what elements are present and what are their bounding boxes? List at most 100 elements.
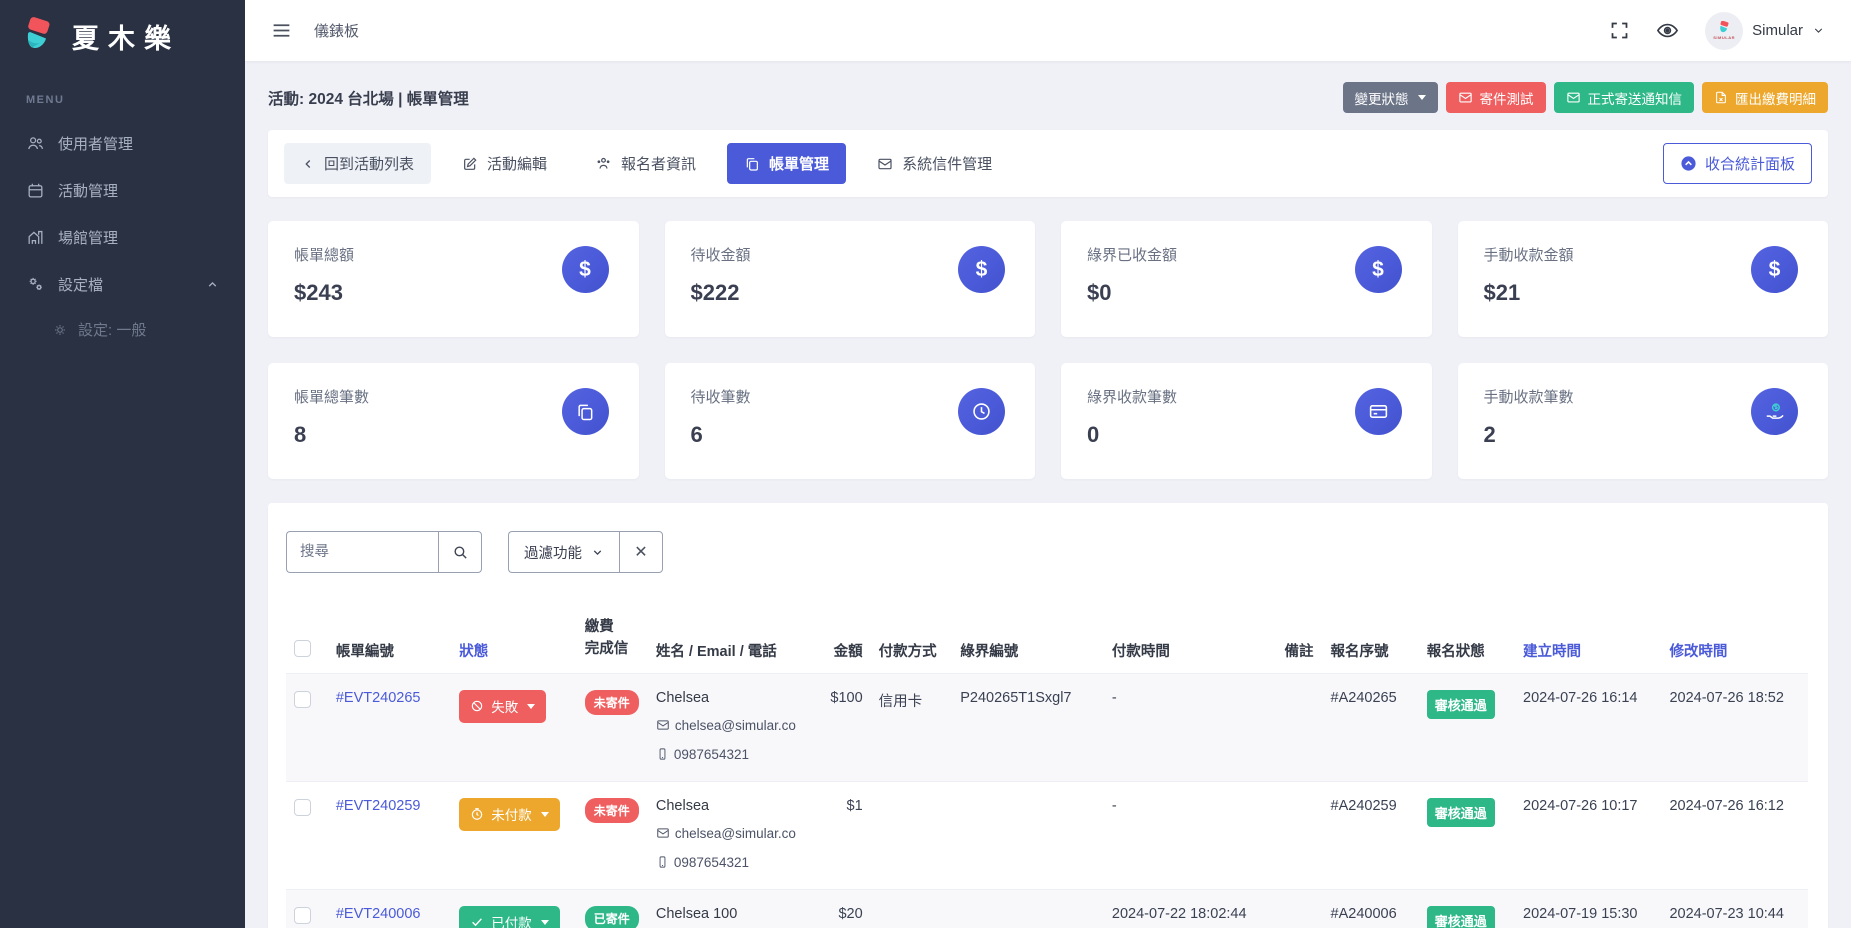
- reg-no-cell: #A240006: [1323, 889, 1419, 928]
- filter-dropdown-button[interactable]: 過濾功能: [508, 531, 619, 573]
- billing-table: 帳單編號 狀態 繳費 完成信 姓名 / Email / 電話 金額 付款方式 綠…: [286, 609, 1808, 928]
- tab-billing[interactable]: 帳單管理: [727, 143, 846, 184]
- modified-cell: 2024-07-23 10:44: [1661, 889, 1808, 928]
- send-official-mail-button[interactable]: 正式寄送通知信: [1554, 82, 1695, 113]
- modified-cell: 2024-07-26 16:12: [1661, 781, 1808, 889]
- sidebar-item-venues[interactable]: 場館管理: [0, 214, 245, 261]
- envelope-icon: [1566, 90, 1581, 105]
- select-all-cell: [286, 609, 328, 673]
- reg-status-badge: 審核通過: [1427, 798, 1495, 827]
- hand-dollar-icon: [1751, 388, 1798, 435]
- col-reg-no: 報名序號: [1323, 609, 1419, 673]
- status-dropdown-unpaid[interactable]: 未付款: [459, 798, 560, 831]
- sidebar-item-events[interactable]: 活動管理: [0, 167, 245, 214]
- created-cell: 2024-07-26 10:17: [1515, 781, 1661, 889]
- note-cell: [1277, 889, 1323, 928]
- sidebar-item-label: 設定檔: [58, 274, 193, 295]
- mail-status-badge: 已寄件: [585, 906, 639, 928]
- export-payment-button[interactable]: 匯出繳費明細: [1702, 82, 1828, 113]
- registrant-name: Chelsea: [656, 690, 802, 706]
- row-checkbox[interactable]: [294, 799, 311, 816]
- fullscreen-icon[interactable]: [1609, 20, 1630, 41]
- filter-clear-button[interactable]: ✕: [619, 531, 663, 573]
- change-status-button[interactable]: 變更狀態: [1343, 82, 1438, 113]
- eye-icon[interactable]: [1656, 19, 1679, 42]
- invoice-link[interactable]: #EVT240006: [336, 906, 421, 922]
- user-menu[interactable]: SIMULAR Simular: [1705, 12, 1825, 50]
- col-created[interactable]: 建立時間: [1515, 609, 1661, 673]
- chevron-down-icon: [591, 546, 604, 559]
- created-cell: 2024-07-19 15:30: [1515, 889, 1661, 928]
- sidebar-item-label: 使用者管理: [58, 133, 219, 154]
- mobile-icon: [656, 745, 669, 761]
- dollar-icon: $: [562, 246, 609, 293]
- col-name-email-phone: 姓名 / Email / 電話: [648, 609, 810, 673]
- tab-system-mail[interactable]: 系統信件管理: [860, 143, 1009, 184]
- envelope-icon: [1458, 90, 1473, 105]
- calendar-icon: [26, 181, 45, 200]
- status-dropdown-failed[interactable]: 失敗: [459, 690, 546, 723]
- check-icon: [470, 915, 484, 928]
- edit-icon: [462, 156, 478, 172]
- chevron-down-icon: [1812, 24, 1825, 37]
- dollar-icon: $: [1751, 246, 1798, 293]
- avatar: SIMULAR: [1705, 12, 1743, 50]
- venue-icon: [26, 228, 45, 247]
- clock-icon: [470, 807, 484, 821]
- sidebar-item-users[interactable]: 使用者管理: [0, 120, 245, 167]
- tab-registrant-info[interactable]: 報名者資訊: [578, 143, 713, 184]
- method-cell: 信用卡: [871, 673, 953, 781]
- search-input[interactable]: [286, 531, 438, 573]
- col-ecpay-id: 綠界編號: [952, 609, 1104, 673]
- menu-toggle-icon[interactable]: [271, 20, 292, 41]
- pay-time-cell: -: [1104, 673, 1277, 781]
- collapse-stats-button[interactable]: 收合統計面板: [1663, 143, 1812, 184]
- sidebar-item-label: 場館管理: [58, 227, 219, 248]
- mail-test-button[interactable]: 寄件測試: [1446, 82, 1546, 113]
- brand-logo[interactable]: 夏木樂: [0, 0, 245, 72]
- search-button[interactable]: [438, 531, 482, 573]
- row-checkbox[interactable]: [294, 691, 311, 708]
- stat-card-pending-amount: 待收金額 $222 $: [665, 221, 1036, 337]
- col-method: 付款方式: [871, 609, 953, 673]
- col-reg-status: 報名狀態: [1419, 609, 1515, 673]
- stat-card-total-amount: 帳單總額 $243 $: [268, 221, 639, 337]
- envelope-icon: [656, 824, 670, 840]
- invoice-copy-icon: [744, 156, 760, 172]
- tab-back-to-events[interactable]: 回到活動列表: [284, 143, 431, 184]
- pay-time-cell: -: [1104, 781, 1277, 889]
- col-status[interactable]: 狀態: [451, 609, 577, 673]
- invoice-link[interactable]: #EVT240259: [336, 798, 421, 814]
- row-checkbox[interactable]: [294, 907, 311, 924]
- mobile-icon: [656, 853, 669, 869]
- stat-card-ecpay-amount: 綠界已收金額 $0 $: [1061, 221, 1432, 337]
- tab-event-edit[interactable]: 活動編輯: [445, 143, 564, 184]
- tab-bar: 回到活動列表 活動編輯 報名者資訊 帳單管理: [268, 130, 1828, 197]
- user-name: Simular: [1752, 22, 1803, 39]
- status-dropdown-paid[interactable]: 已付款: [459, 906, 560, 928]
- chevron-left-icon: [301, 157, 315, 171]
- sidebar-item-settings-general[interactable]: 設定: 一般: [0, 308, 245, 351]
- pay-time-cell: 2024-07-22 18:02:44: [1104, 889, 1277, 928]
- invoice-link[interactable]: #EVT240265: [336, 690, 421, 706]
- menu-section-label: MENU: [0, 72, 245, 120]
- registrant-email: chelsea@simular.co: [656, 824, 802, 844]
- search-icon: [452, 544, 469, 561]
- filter-group: 過濾功能 ✕: [508, 531, 663, 573]
- user-group-icon: [595, 155, 612, 172]
- col-modified[interactable]: 修改時間: [1661, 609, 1808, 673]
- col-amount: 金額: [810, 609, 871, 673]
- stat-card-manual-amount: 手動收款金額 $21 $: [1458, 221, 1829, 337]
- credit-card-icon: [1355, 388, 1402, 435]
- clock-icon: [958, 388, 1005, 435]
- stat-card-total-count: 帳單總筆數 8: [268, 363, 639, 479]
- gear-icon: [52, 322, 68, 338]
- avatar-caption: SIMULAR: [1713, 35, 1735, 40]
- sidebar-item-label: 活動管理: [58, 180, 219, 201]
- select-all-checkbox[interactable]: [294, 640, 311, 657]
- sidebar-item-settings[interactable]: 設定檔: [0, 261, 245, 308]
- registrant-name: Chelsea: [656, 798, 802, 814]
- billing-table-panel: 過濾功能 ✕: [268, 503, 1828, 928]
- stats-panel: 帳單總額 $243 $ 待收金額 $222 $ 綠界已收金額 $0 $ 手動收款…: [268, 221, 1828, 479]
- close-icon: ✕: [634, 542, 647, 562]
